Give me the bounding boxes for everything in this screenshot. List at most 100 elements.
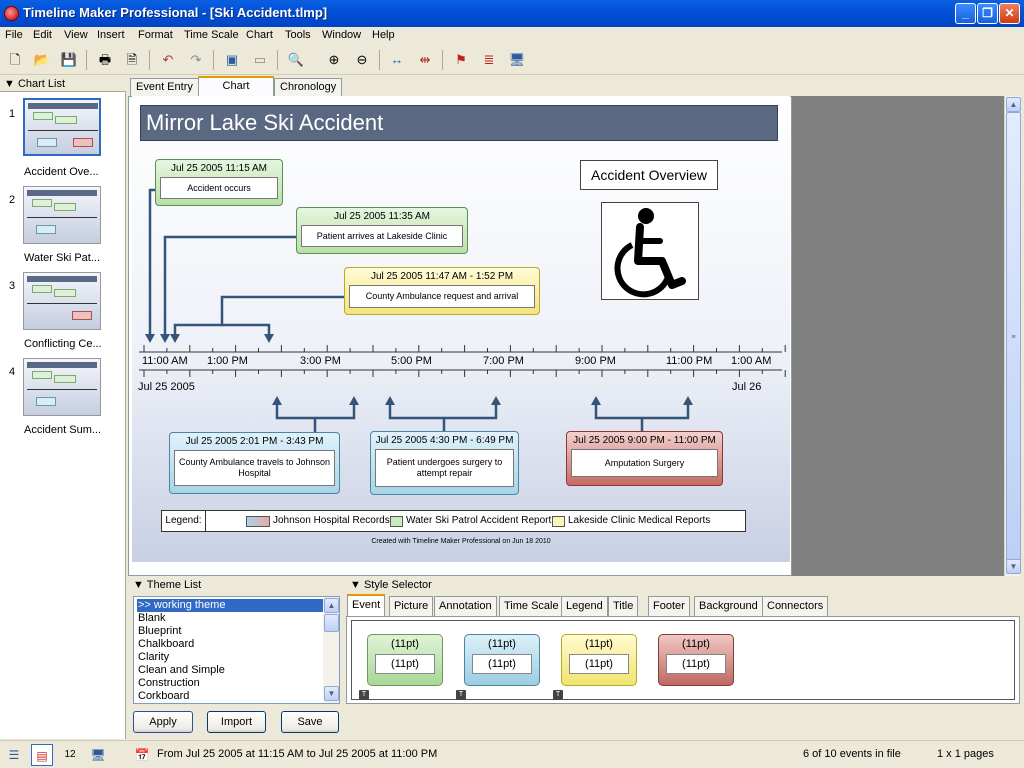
time-label: 11:00 PM <box>666 355 713 367</box>
chart-thumbnail-label[interactable]: Accident Sum... <box>24 424 101 436</box>
style-swatch-red[interactable]: (11pt) (11pt) <box>658 634 734 686</box>
menu-format[interactable]: Format <box>138 29 173 41</box>
chart-list-header[interactable]: ▼ Chart List <box>0 76 126 92</box>
menu-chart[interactable]: Chart <box>246 29 273 41</box>
event-box[interactable]: Jul 25 2005 2:01 PM - 3:43 PM County Amb… <box>169 432 340 494</box>
theme-item[interactable]: Construction <box>137 677 323 690</box>
toolbar-separator <box>86 50 87 70</box>
menu-file[interactable]: File <box>5 29 23 41</box>
undo-icon[interactable]: ↶ <box>158 50 178 70</box>
chart-thumbnail-4[interactable] <box>23 358 101 416</box>
style-tab-connectors[interactable]: Connectors <box>762 596 829 616</box>
theme-item[interactable]: Corkboard <box>137 690 323 703</box>
theme-listbox[interactable]: >> working theme Blank Blueprint Chalkbo… <box>133 596 340 704</box>
stack-icon[interactable]: ≣ <box>479 50 499 70</box>
theme-item[interactable]: Chalkboard <box>137 638 323 651</box>
style-swatch-blue[interactable]: (11pt) (11pt) <box>464 634 540 686</box>
text-style-icon[interactable]: T <box>553 690 563 700</box>
text-style-icon[interactable]: T <box>359 690 369 700</box>
chart-thumbnail-2[interactable] <box>23 186 101 244</box>
restore-button[interactable]: ❐ <box>977 3 998 24</box>
menu-view[interactable]: View <box>64 29 88 41</box>
menu-time-scale[interactable]: Time Scale <box>184 29 239 41</box>
menu-tools[interactable]: Tools <box>285 29 311 41</box>
scroll-thumb[interactable] <box>324 614 339 632</box>
chart-thumbnail-3[interactable] <box>23 272 101 330</box>
theme-item[interactable]: Clarity <box>137 651 323 664</box>
chart-thumbnail-label[interactable]: Accident Ove... <box>24 166 99 178</box>
theme-item[interactable]: Clean and Simple <box>137 664 323 677</box>
style-tab-event[interactable]: Event <box>347 594 386 617</box>
wheelchair-icon[interactable] <box>601 202 699 300</box>
event-box[interactable]: Jul 25 2005 11:47 AM - 1:52 PM County Am… <box>344 267 540 315</box>
tab-event-entry[interactable]: Event Entry <box>130 78 199 96</box>
add-event-icon[interactable]: ▣ <box>222 50 242 70</box>
numbered-view-icon[interactable]: 12 <box>59 744 81 766</box>
theme-list-header[interactable]: ▼ Theme List <box>133 579 201 591</box>
print-preview-icon[interactable]: 🗎 <box>122 50 142 70</box>
menu-window[interactable]: Window <box>322 29 361 41</box>
style-tab-picture[interactable]: Picture <box>389 596 434 616</box>
save-icon[interactable]: 💾 <box>59 50 79 70</box>
event-box[interactable]: Jul 25 2005 4:30 PM - 6:49 PM Patient un… <box>370 431 519 495</box>
chart-thumbnail-1[interactable] <box>23 98 101 156</box>
scroll-thumb[interactable]: ≡ <box>1006 112 1021 562</box>
text-style-icon[interactable]: T <box>456 690 466 700</box>
chart-footer[interactable]: Created with Timeline Maker Professional… <box>132 538 790 545</box>
style-tab-background[interactable]: Background <box>694 596 763 616</box>
menu-edit[interactable]: Edit <box>33 29 52 41</box>
zoom-out-icon[interactable]: ⊖ <box>352 50 372 70</box>
present-icon[interactable]: 🖥 <box>507 50 527 70</box>
theme-scrollbar[interactable]: ▲ ▼ <box>323 597 339 703</box>
list-view-icon[interactable]: ☰ <box>3 744 25 766</box>
event-box[interactable]: Jul 25 2005 11:35 AM Patient arrives at … <box>296 207 468 254</box>
style-tab-footer[interactable]: Footer <box>648 596 690 616</box>
legend-item: Johnson Hospital Records <box>273 515 390 526</box>
annotation-icon[interactable]: ▭ <box>250 50 270 70</box>
close-button[interactable]: ✕ <box>999 3 1020 24</box>
flag-icon[interactable]: ⚑ <box>451 50 471 70</box>
style-tab-time-scale[interactable]: Time Scale <box>499 596 564 616</box>
presentation-view-icon[interactable]: 🖥 <box>87 744 109 766</box>
scroll-down-icon[interactable]: ▼ <box>324 686 339 701</box>
scroll-up-icon[interactable]: ▲ <box>1006 97 1021 112</box>
chart-view-icon[interactable]: ▤ <box>31 744 53 766</box>
style-selector-header[interactable]: ▼ Style Selector <box>350 579 432 591</box>
print-icon[interactable]: 🖶 <box>95 50 115 70</box>
find-icon[interactable]: 🔍 <box>286 50 306 70</box>
theme-item[interactable]: >> working theme <box>137 599 323 612</box>
scroll-down-icon[interactable]: ▼ <box>1006 559 1021 574</box>
tab-chart[interactable]: Chart <box>198 76 274 96</box>
style-swatch-yellow[interactable]: (11pt) (11pt) <box>561 634 637 686</box>
menu-help[interactable]: Help <box>372 29 395 41</box>
chart-thumbnail-label[interactable]: Water Ski Pat... <box>24 252 100 264</box>
open-icon[interactable]: 📂 <box>32 50 52 70</box>
overview-label[interactable]: Accident Overview <box>580 160 718 190</box>
minimize-button[interactable]: _ <box>955 3 976 24</box>
toolbar-separator <box>213 50 214 70</box>
zoom-in-icon[interactable]: ⊕ <box>324 50 344 70</box>
expand-icon[interactable]: ↔ <box>387 50 407 70</box>
style-swatch-green[interactable]: (11pt) (11pt) <box>367 634 443 686</box>
style-tab-annotation[interactable]: Annotation <box>434 596 497 616</box>
theme-item[interactable]: Blank <box>137 612 323 625</box>
app-icon[interactable] <box>4 6 19 21</box>
vertical-scrollbar[interactable]: ▲ ≡ ▼ <box>1004 96 1021 576</box>
event-box[interactable]: Jul 25 2005 9:00 PM - 11:00 PM Amputatio… <box>566 431 723 486</box>
redo-icon[interactable]: ↷ <box>186 50 206 70</box>
save-theme-button[interactable]: Save <box>281 711 339 733</box>
scroll-up-icon[interactable]: ▲ <box>324 598 339 613</box>
theme-item[interactable]: Blueprint <box>137 625 323 638</box>
legend-label: Legend: <box>162 511 206 531</box>
new-icon[interactable]: 🗋 <box>5 50 25 70</box>
event-box[interactable]: Jul 25 2005 11:15 AM Accident occurs <box>155 159 283 206</box>
import-button[interactable]: Import <box>207 711 266 733</box>
apply-button[interactable]: Apply <box>133 711 193 733</box>
compress-icon[interactable]: ⇹ <box>415 50 435 70</box>
chart-thumbnail-label[interactable]: Conflicting Ce... <box>24 338 102 350</box>
style-tab-title[interactable]: Title <box>608 596 639 616</box>
tab-chronology[interactable]: Chronology <box>274 78 343 96</box>
style-tab-legend[interactable]: Legend <box>561 596 608 616</box>
menu-insert[interactable]: Insert <box>97 29 125 41</box>
legend[interactable]: Legend: Johnson Hospital Records Water S… <box>161 510 746 532</box>
